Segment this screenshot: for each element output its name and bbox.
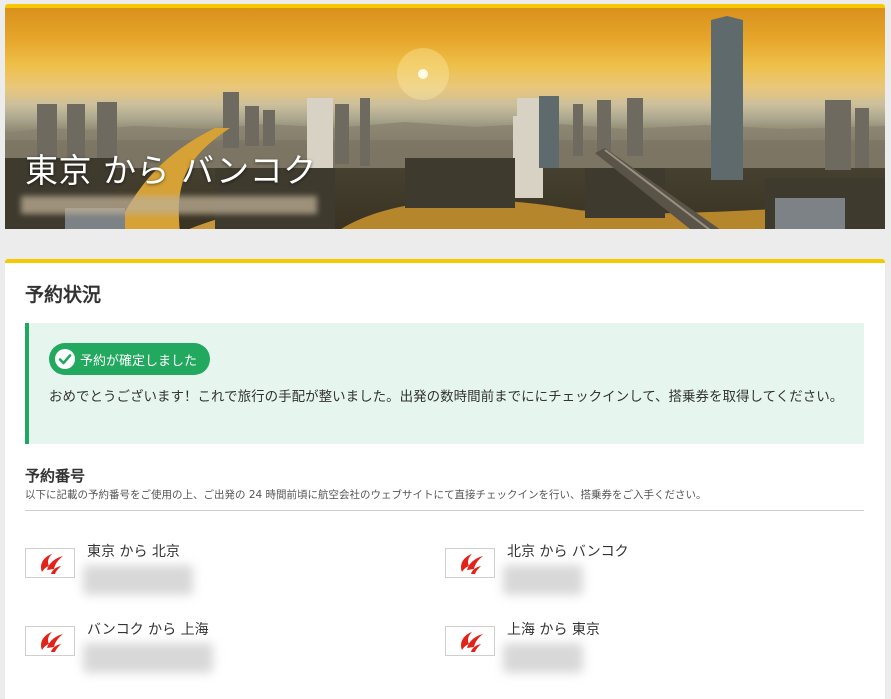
booking-code-redacted bbox=[503, 565, 583, 595]
divider bbox=[25, 510, 864, 511]
flight-segment: 北京 から バンコク bbox=[445, 541, 845, 611]
confirmed-badge: 予約が確定しました bbox=[49, 343, 211, 375]
air-china-logo-icon bbox=[25, 626, 75, 656]
flight-segment: 上海 から 東京 bbox=[445, 619, 845, 689]
booking-number-heading: 予約番号 bbox=[25, 467, 86, 485]
flight-route: 北京 から バンコク bbox=[507, 544, 629, 560]
flight-segment: バンコク から 上海 bbox=[25, 619, 425, 689]
check-icon bbox=[55, 349, 75, 369]
confirmation-alert: 予約が確定しました おめでとうございます！これで旅行の手配が整いました。出発の数… bbox=[25, 323, 864, 444]
booking-status-card: 予約状況 予約が確定しました おめでとうございます！これで旅行の手配が整いました… bbox=[5, 259, 885, 699]
air-china-logo-icon bbox=[445, 626, 495, 656]
section-title: 予約状況 bbox=[25, 284, 102, 306]
confirmation-message: おめでとうございます！これで旅行の手配が整いました。出発の数時間前までににチェッ… bbox=[49, 389, 844, 405]
flight-route: 東京 から 北京 bbox=[87, 544, 180, 560]
hero-title: 東京 から バンコク bbox=[25, 151, 317, 190]
booking-code-redacted bbox=[83, 565, 193, 595]
hero-subtitle-redacted bbox=[21, 196, 317, 214]
air-china-logo-icon bbox=[25, 548, 75, 578]
booking-number-description: 以下に記載の予約番号をご使用の上、ご出発の 24 時間前頃に航空会社のウェブサイ… bbox=[25, 489, 707, 501]
booking-code-redacted bbox=[503, 643, 583, 673]
booking-code-redacted bbox=[83, 643, 213, 673]
flight-route: 上海 から 東京 bbox=[507, 622, 600, 638]
flight-route: バンコク から 上海 bbox=[87, 622, 209, 638]
flight-segment: 東京 から 北京 bbox=[25, 541, 425, 611]
air-china-logo-icon bbox=[445, 548, 495, 578]
confirmed-badge-label: 予約が確定しました bbox=[80, 353, 198, 369]
hero-banner: 東京 から バンコク bbox=[5, 4, 885, 229]
